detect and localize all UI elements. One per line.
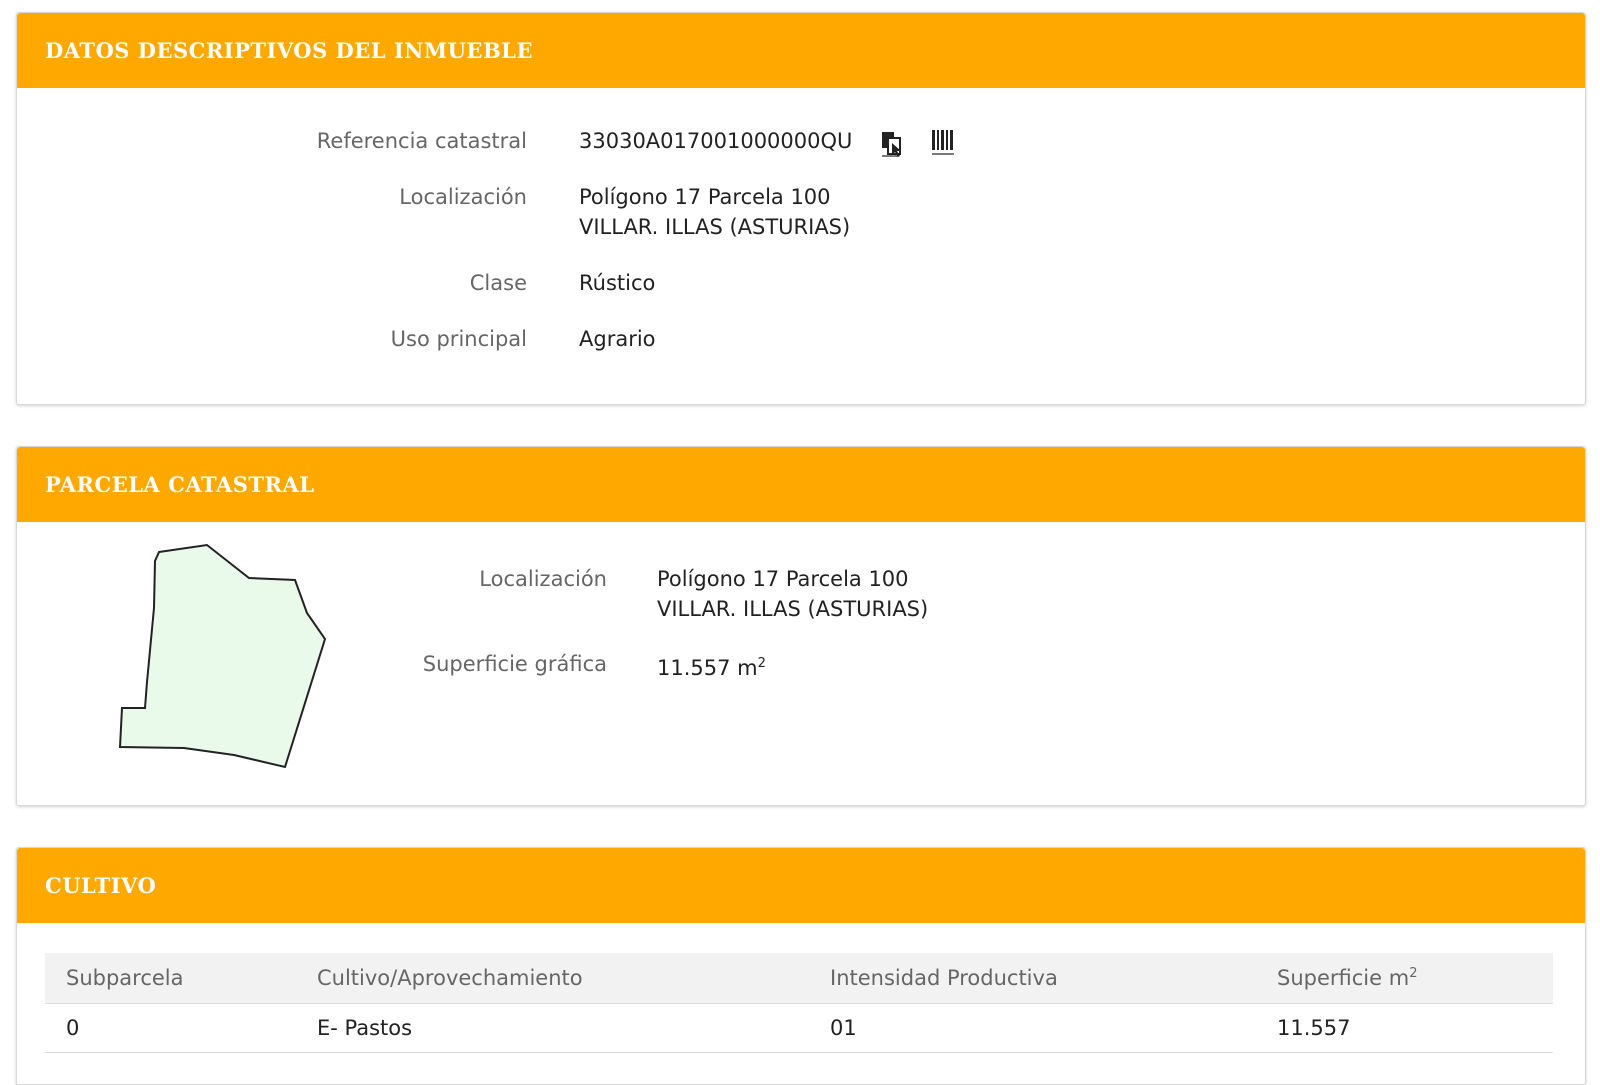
cell-cultivo: E- Pastos: [317, 1016, 413, 1040]
clase-value: Rústico: [579, 271, 656, 295]
referencia-label: Referencia catastral: [316, 129, 527, 153]
uso-principal-value: Agrario: [579, 327, 656, 351]
superficie-grafica-value: 11.557 m2: [657, 649, 766, 683]
referencia-value: 33030A017001000000QU: [579, 129, 853, 153]
uso-principal-label: Uso principal: [390, 327, 527, 351]
datos-descriptivos-panel: DATOS DESCRIPTIVOS DEL INMUEBLE Referenc…: [16, 12, 1586, 405]
table-row: 0 E- Pastos 01 11.557: [45, 1004, 1553, 1053]
parcela-localizacion-value: Polígono 17 Parcela 100 VILLAR. ILLAS (A…: [657, 564, 928, 624]
cell-intensidad: 01: [830, 1016, 857, 1040]
cell-subparcela: 0: [66, 1016, 80, 1040]
panel-header: DATOS DESCRIPTIVOS DEL INMUEBLE: [17, 13, 1585, 88]
localizacion-value: Polígono 17 Parcela 100 VILLAR. ILLAS (A…: [579, 182, 850, 242]
header-subparcela: Subparcela: [66, 966, 184, 990]
clase-label: Clase: [469, 271, 527, 295]
parcela-localizacion-label: Localización: [479, 567, 607, 591]
header-cultivo: Cultivo/Aprovechamiento: [317, 966, 583, 990]
superficie-grafica-label: Superficie gráfica: [422, 652, 607, 676]
barcode-icon[interactable]: [931, 128, 957, 162]
parcela-localizacion-line-1: Polígono 17 Parcela 100: [657, 567, 909, 591]
header-intensidad: Intensidad Productiva: [830, 966, 1058, 990]
header-superficie-text: Superficie m: [1277, 966, 1410, 990]
copy-icon[interactable]: [879, 129, 907, 163]
superficie-grafica-number: 11.557 m: [657, 656, 758, 680]
table-header-row: Subparcela Cultivo/Aprovechamiento Inten…: [45, 953, 1553, 1004]
localizacion-label: Localización: [399, 185, 527, 209]
cell-superficie: 11.557: [1277, 1016, 1351, 1040]
panel-title: DATOS DESCRIPTIVOS DEL INMUEBLE: [45, 38, 533, 63]
header-superficie: Superficie m2: [1277, 966, 1417, 990]
header-superficie-exponent: 2: [1409, 966, 1418, 981]
parcela-localizacion-line-2: VILLAR. ILLAS (ASTURIAS): [657, 597, 929, 621]
panel-title: CULTIVO: [45, 873, 157, 898]
panel-header: CULTIVO: [17, 848, 1585, 923]
superficie-grafica-exponent: 2: [757, 656, 766, 671]
localizacion-line-1: Polígono 17 Parcela 100: [579, 185, 831, 209]
cultivo-table: Subparcela Cultivo/Aprovechamiento Inten…: [45, 953, 1553, 1053]
cultivo-panel: CULTIVO Subparcela Cultivo/Aprovechamien…: [16, 847, 1586, 1085]
panel-title: PARCELA CATASTRAL: [45, 472, 315, 497]
parcela-catastral-panel: PARCELA CATASTRAL Localización Polígono …: [16, 446, 1586, 806]
panel-header: PARCELA CATASTRAL: [17, 447, 1585, 522]
localizacion-line-2: VILLAR. ILLAS (ASTURIAS): [579, 215, 851, 239]
